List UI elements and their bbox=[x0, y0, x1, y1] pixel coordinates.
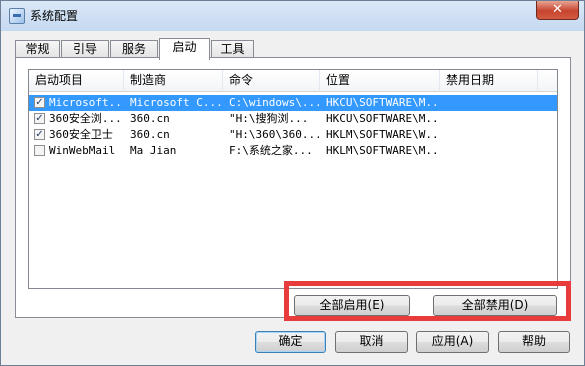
ok-button[interactable]: 确定 bbox=[255, 331, 326, 353]
cell-disabled-date bbox=[446, 95, 536, 111]
tab-tools[interactable]: 工具 bbox=[211, 40, 254, 58]
column-header-location[interactable]: 位置 bbox=[320, 70, 440, 92]
title-bar[interactable]: 系统配置 ✕ bbox=[1, 1, 584, 31]
cell-disabled-date bbox=[446, 143, 536, 159]
list-header: 启动项目 制造商 命令 位置 禁用日期 bbox=[29, 70, 557, 92]
cancel-button[interactable]: 取消 bbox=[335, 331, 408, 353]
column-header-filler bbox=[538, 70, 557, 92]
cell-command: F:\系统之家... bbox=[229, 144, 313, 157]
table-row[interactable]: ✓ Microsoft... Microsoft C... C:\windows… bbox=[29, 95, 557, 111]
cell-location: HKCU\SOFTWARE\M... bbox=[326, 112, 439, 125]
cell-command: "H:\360\360... bbox=[229, 128, 319, 141]
cell-command: C:\windows\... bbox=[229, 96, 319, 109]
row-checkbox[interactable]: ✓ bbox=[34, 97, 45, 108]
cell-command: "H:\搜狗浏... bbox=[229, 112, 309, 125]
row-checkbox[interactable] bbox=[34, 145, 45, 156]
tab-services[interactable]: 服务 bbox=[110, 40, 158, 58]
cell-manufacturer: 360.cn bbox=[130, 128, 170, 141]
table-row[interactable]: ✓ 360安全浏... 360.cn "H:\搜狗浏... HKCU\SOFTW… bbox=[29, 111, 557, 127]
cell-startup-item: 360安全卫士 bbox=[49, 128, 113, 141]
column-header-manufacturer[interactable]: 制造商 bbox=[124, 70, 223, 92]
column-header-startup-item[interactable]: 启动项目 bbox=[29, 70, 124, 92]
system-configuration-window: 系统配置 ✕ 常规 引导 服务 启动 工具 启动项目 制造商 命令 位置 禁用日… bbox=[0, 0, 585, 366]
cell-manufacturer: 360.cn bbox=[130, 112, 170, 125]
column-header-command[interactable]: 命令 bbox=[223, 70, 320, 92]
cell-disabled-date bbox=[446, 127, 536, 143]
startup-tab-panel: 启动项目 制造商 命令 位置 禁用日期 ✓ Microsoft... Micro… bbox=[15, 57, 571, 318]
row-checkbox[interactable]: ✓ bbox=[34, 129, 45, 140]
cell-location: HKLM\SOFTWARE\W... bbox=[326, 128, 439, 141]
help-button[interactable]: 帮助 bbox=[498, 331, 570, 353]
table-row[interactable]: WinWebMail Ma Jian F:\系统之家... HKLM\SOFTW… bbox=[29, 143, 557, 159]
msconfig-icon bbox=[9, 8, 25, 24]
tab-startup[interactable]: 启动 bbox=[159, 38, 210, 60]
cell-location: HKLM\SOFTWARE\M... bbox=[326, 144, 439, 157]
cell-startup-item: 360安全浏... bbox=[49, 112, 122, 125]
tab-general[interactable]: 常规 bbox=[15, 40, 60, 58]
column-header-disabled-date[interactable]: 禁用日期 bbox=[440, 70, 538, 92]
cell-manufacturer: Ma Jian bbox=[130, 144, 177, 157]
row-checkbox[interactable]: ✓ bbox=[34, 113, 45, 124]
cell-manufacturer: Microsoft C... bbox=[130, 96, 222, 109]
cell-disabled-date bbox=[446, 111, 536, 127]
tab-boot[interactable]: 引导 bbox=[61, 40, 109, 58]
window-title: 系统配置 bbox=[30, 9, 79, 23]
cell-location: HKCU\SOFTWARE\M... bbox=[326, 96, 439, 109]
close-button[interactable]: ✕ bbox=[536, 1, 579, 20]
cell-startup-item: Microsoft... bbox=[49, 96, 123, 109]
startup-items-list[interactable]: 启动项目 制造商 命令 位置 禁用日期 ✓ Microsoft... Micro… bbox=[28, 69, 558, 289]
apply-button[interactable]: 应用(A) bbox=[416, 331, 489, 353]
table-row[interactable]: ✓ 360安全卫士 360.cn "H:\360\360... HKLM\SOF… bbox=[29, 127, 557, 143]
annotation-highlight-box bbox=[284, 281, 571, 321]
cell-startup-item: WinWebMail bbox=[49, 144, 116, 157]
